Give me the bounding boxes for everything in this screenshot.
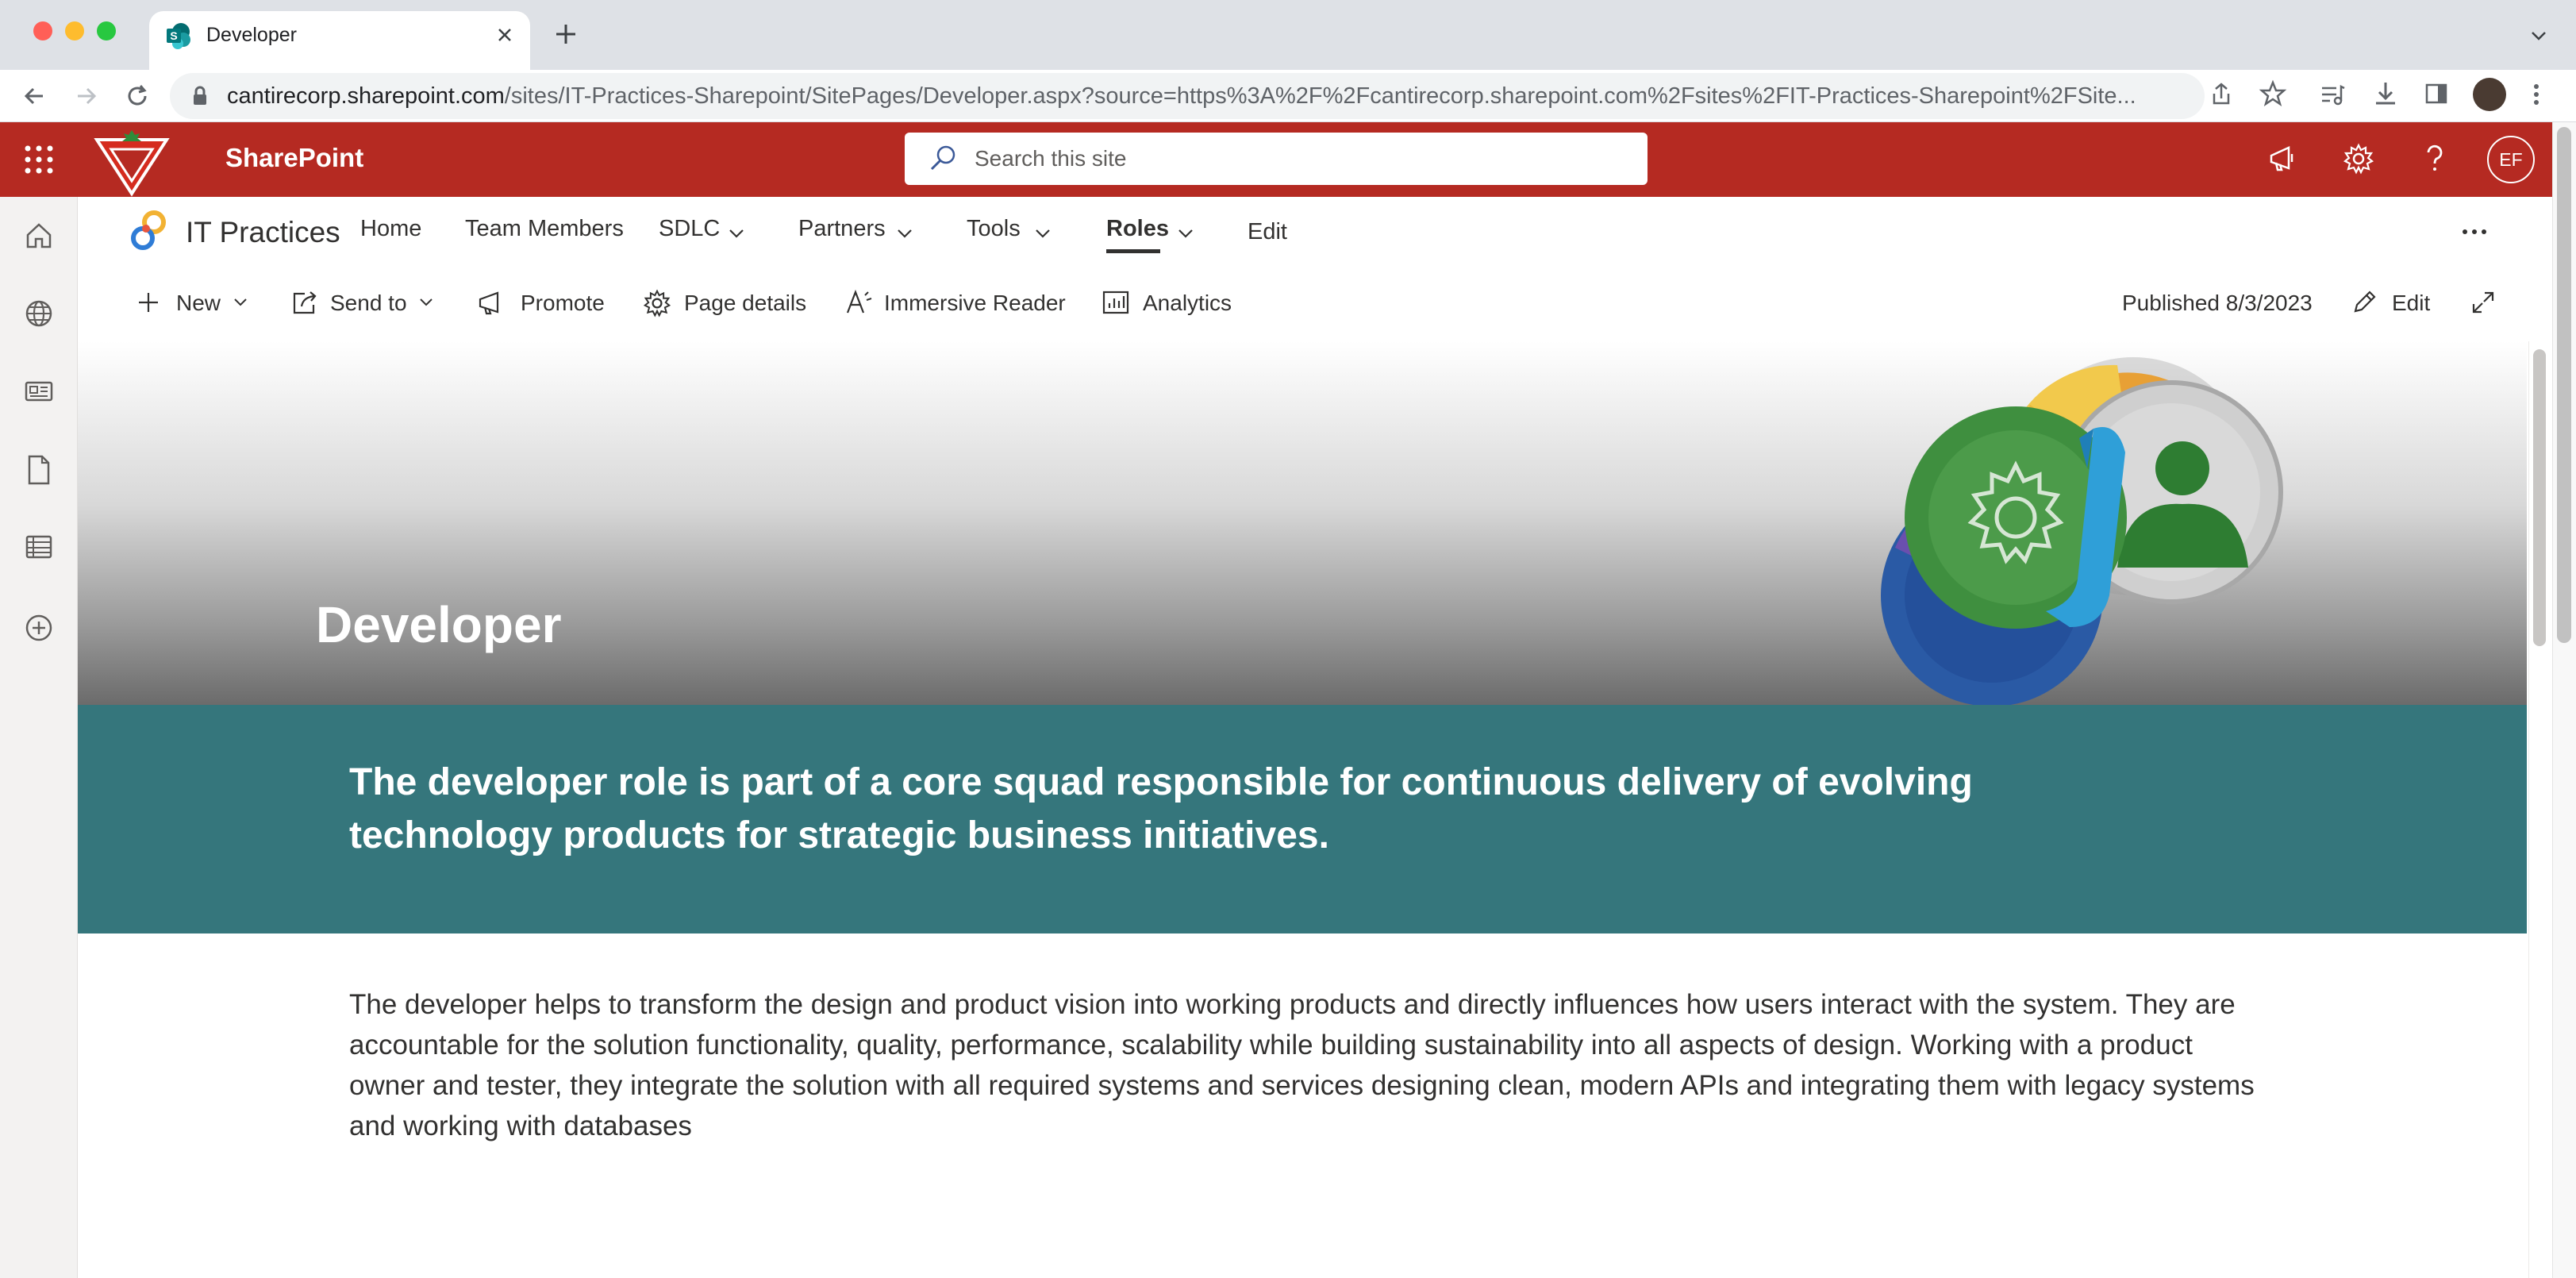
new-button[interactable]: New: [176, 291, 221, 316]
window-close-button[interactable]: [33, 21, 52, 40]
nav-item-team-members[interactable]: Team Members: [465, 216, 624, 242]
tab-title: Developer: [206, 24, 297, 46]
nav-item-home[interactable]: Home: [360, 216, 421, 242]
files-document-icon[interactable]: [25, 454, 52, 486]
lock-icon[interactable]: [189, 84, 211, 108]
lists-icon[interactable]: [24, 532, 54, 562]
page-details-button[interactable]: Page details: [684, 291, 806, 316]
reload-icon[interactable]: [124, 83, 151, 110]
chevron-down-icon[interactable]: [417, 295, 435, 310]
send-to-share-icon[interactable]: [290, 289, 319, 316]
published-status: Published 8/3/2023: [2122, 291, 2313, 315]
analytics-chart-icon[interactable]: [1102, 289, 1130, 316]
hero-illustration-icon: [1881, 357, 2283, 705]
tab-search-chevron-down-icon[interactable]: [2527, 24, 2551, 48]
organization-triangle-logo-icon[interactable]: [92, 127, 171, 197]
page-details-gear-icon[interactable]: [643, 289, 671, 318]
active-nav-indicator: [1106, 249, 1160, 253]
chevron-down-icon[interactable]: [895, 225, 914, 241]
profile-avatar-icon[interactable]: [2473, 78, 2506, 111]
user-avatar[interactable]: EF: [2487, 136, 2535, 183]
chevron-down-icon[interactable]: [1033, 225, 1052, 241]
news-icon[interactable]: [24, 376, 54, 406]
back-arrow-icon[interactable]: [21, 83, 48, 110]
role-description: The developer helps to transform the des…: [349, 989, 2255, 1141]
window-zoom-button[interactable]: [97, 21, 116, 40]
app-bar: [0, 197, 78, 1278]
new-tab-icon[interactable]: [552, 21, 579, 48]
nav-item-sdlc[interactable]: SDLC: [659, 216, 720, 242]
forward-arrow-icon[interactable]: [73, 83, 100, 110]
analytics-button[interactable]: Analytics: [1143, 291, 1232, 316]
search-icon: [927, 143, 959, 175]
share-icon[interactable]: [2208, 81, 2235, 108]
page-title: Developer: [316, 596, 562, 653]
download-icon[interactable]: [2371, 79, 2400, 108]
home-icon[interactable]: [24, 221, 54, 251]
megaphone-feedback-icon[interactable]: [2266, 143, 2298, 175]
reading-list-icon[interactable]: [2319, 81, 2346, 108]
app-name[interactable]: SharePoint: [225, 143, 363, 173]
nav-edit-link[interactable]: Edit: [1248, 219, 1287, 245]
search-placeholder: Search this site: [975, 146, 1127, 171]
nav-item-tools[interactable]: Tools: [967, 216, 1021, 242]
app-launcher-waffle-icon[interactable]: [24, 144, 54, 175]
edit-pencil-icon[interactable]: [2351, 289, 2378, 316]
immersive-reader-icon[interactable]: [844, 289, 873, 316]
page-scrollbar-thumb[interactable]: [2557, 127, 2571, 643]
intro-banner-text: The developer role is part of a core squ…: [349, 761, 1973, 856]
chevron-down-icon[interactable]: [232, 295, 249, 310]
site-logo-icon[interactable]: [127, 210, 171, 254]
immersive-reader-button[interactable]: Immersive Reader: [884, 291, 1066, 316]
content-scrollbar-thumb[interactable]: [2533, 349, 2546, 646]
browser-menu-icon[interactable]: [2528, 81, 2544, 108]
send-to-button[interactable]: Send to: [330, 291, 407, 316]
side-panel-icon[interactable]: [2424, 81, 2449, 106]
plus-icon[interactable]: [135, 289, 162, 316]
sharepoint-favicon-icon: S: [165, 22, 192, 49]
edit-button[interactable]: Edit: [2392, 291, 2430, 316]
megaphone-promote-icon[interactable]: [476, 289, 506, 316]
chevron-down-icon[interactable]: [727, 225, 746, 241]
more-options-ellipsis-icon[interactable]: [2459, 222, 2490, 241]
help-question-icon[interactable]: [2420, 143, 2449, 175]
chevron-down-icon[interactable]: [1176, 225, 1195, 241]
create-add-icon[interactable]: [24, 613, 54, 643]
nav-item-partners[interactable]: Partners: [798, 216, 886, 242]
promote-button[interactable]: Promote: [521, 291, 605, 316]
globe-sites-icon[interactable]: [24, 298, 54, 329]
url-text[interactable]: cantirecorp.sharepoint.com/sites/IT-Prac…: [227, 79, 2192, 114]
settings-gear-icon[interactable]: [2343, 143, 2374, 175]
expand-fullscreen-icon[interactable]: [2470, 289, 2497, 316]
nav-item-roles[interactable]: Roles: [1106, 216, 1169, 242]
site-title[interactable]: IT Practices: [186, 216, 340, 249]
svg-text:S: S: [170, 29, 177, 42]
bookmark-star-icon[interactable]: [2259, 79, 2287, 108]
tab-close-icon[interactable]: [494, 24, 516, 46]
window-minimize-button[interactable]: [65, 21, 84, 40]
